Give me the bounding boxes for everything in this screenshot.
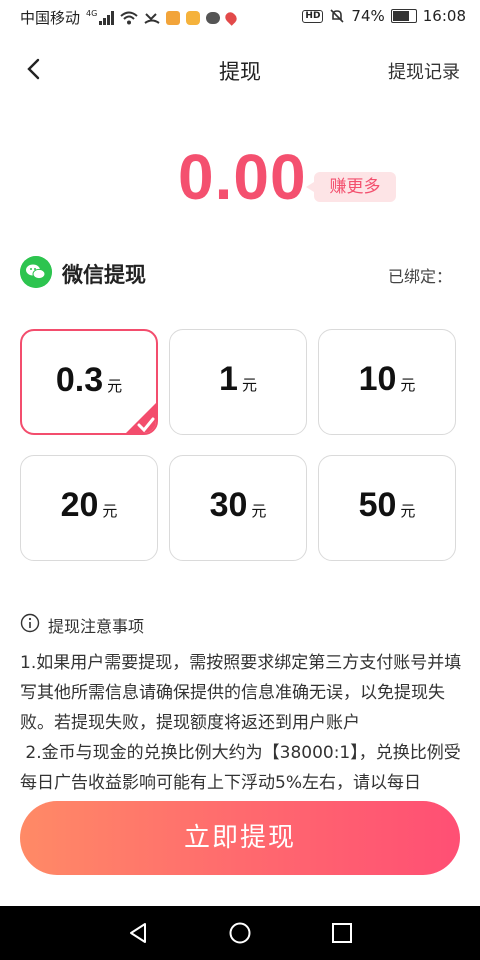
app-notification-icon xyxy=(166,10,181,25)
app-notification-icon xyxy=(186,10,201,25)
header: 提现 提现记录 xyxy=(0,44,480,96)
signal-icon xyxy=(99,10,115,25)
mute-icon xyxy=(330,9,344,23)
option-value: 0.3 xyxy=(55,361,104,399)
selected-check-icon xyxy=(126,403,156,433)
location-icon xyxy=(223,9,240,26)
hd-icon: HD xyxy=(302,9,324,23)
option-unit: 元 xyxy=(102,503,118,520)
notes-title: 提现注意事项 xyxy=(48,617,145,636)
option-value: 10 xyxy=(358,360,397,398)
option-value: 1 xyxy=(219,360,238,398)
balance-amount: 0.00 xyxy=(178,141,307,213)
option-value: 50 xyxy=(358,486,397,524)
wechat-withdraw-label: 微信提现 xyxy=(62,263,146,287)
amount-option-30[interactable]: 30 元 xyxy=(169,455,307,561)
network-type: 4G xyxy=(86,9,98,18)
option-unit: 元 xyxy=(241,377,257,394)
balance-section: 0.00 赚更多 xyxy=(0,140,480,230)
earn-more-button[interactable]: 赚更多 xyxy=(306,172,396,202)
clock: 16:08 xyxy=(422,7,466,25)
amount-option-10[interactable]: 10 元 xyxy=(318,329,456,435)
amount-option-20[interactable]: 20 元 xyxy=(20,455,158,561)
option-unit: 元 xyxy=(400,503,416,520)
wechat-icon xyxy=(20,256,52,288)
option-value: 20 xyxy=(60,486,99,524)
info-icon xyxy=(20,613,40,633)
carrier-label: 中国移动 xyxy=(20,9,81,27)
bound-status: 已绑定： xyxy=(387,267,452,286)
status-bar: 中国移动 4G HD 74% 16:08 xyxy=(0,0,480,34)
option-unit: 元 xyxy=(107,378,123,395)
nav-back-icon[interactable] xyxy=(124,919,152,947)
missed-call-icon xyxy=(144,12,160,24)
nav-home-icon[interactable] xyxy=(226,919,254,947)
option-unit: 元 xyxy=(251,503,267,520)
system-nav-bar xyxy=(0,906,480,960)
message-icon xyxy=(206,11,221,24)
note-paragraph-1: 1.如果用户需要提现，需按照要求绑定第三方支付账号并填写其他所需信息请确保提供的… xyxy=(20,653,462,733)
amount-option-1[interactable]: 1元 xyxy=(169,329,307,435)
withdraw-record-link[interactable]: 提现记录 xyxy=(388,58,460,84)
option-unit: 元 xyxy=(400,377,416,394)
wifi-icon xyxy=(120,11,138,24)
withdraw-now-button[interactable]: 立即提现 xyxy=(20,801,460,875)
amount-option-50[interactable]: 50 元 xyxy=(318,455,456,561)
option-value: 30 xyxy=(209,486,248,524)
notes-body[interactable]: 1.如果用户需要提现，需按照要求绑定第三方支付账号并填写其他所需信息请确保提供的… xyxy=(20,648,466,790)
nav-recents-icon[interactable] xyxy=(328,919,356,947)
wechat-withdraw-row: 微信提现 已绑定： xyxy=(20,255,460,291)
note-paragraph-2: 2.金币与现金的兑换比例大约为【38000:1】，兑换比例受每日广告收益影响可能… xyxy=(20,743,461,790)
amount-option-0.3[interactable]: 0.3 元 xyxy=(20,329,158,435)
battery-percent: 74% xyxy=(351,7,385,25)
battery-icon xyxy=(390,9,417,23)
